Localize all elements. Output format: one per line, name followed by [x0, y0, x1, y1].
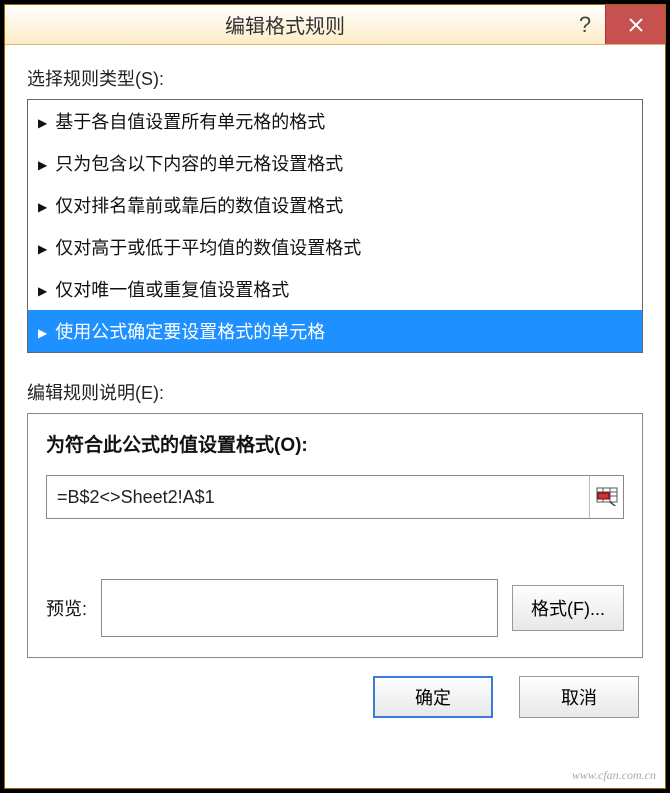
format-button[interactable]: 格式(F)...	[512, 585, 624, 631]
cancel-button[interactable]: 取消	[519, 676, 639, 718]
arrow-icon: ▶	[38, 242, 47, 256]
preview-label: 预览:	[46, 595, 87, 621]
range-selector-icon	[596, 487, 618, 507]
rule-type-item[interactable]: ▶ 仅对高于或低于平均值的数值设置格式	[28, 226, 642, 268]
edit-format-rule-dialog: 编辑格式规则 ? 选择规则类型(S): ▶ 基于各自值设置所有单元格的格式 ▶ 只为…	[4, 4, 666, 789]
dialog-footer: 确定 取消	[27, 676, 643, 722]
rule-item-label: 仅对高于或低于平均值的数值设置格式	[55, 238, 361, 258]
edit-rule-desc-label: 编辑规则说明(E):	[27, 379, 643, 405]
rule-item-label: 基于各自值设置所有单元格的格式	[55, 112, 325, 132]
formula-field-row	[46, 475, 624, 519]
range-selector-button[interactable]	[589, 476, 623, 518]
close-button[interactable]	[605, 5, 665, 44]
rule-type-item[interactable]: ▶ 仅对排名靠前或靠后的数值设置格式	[28, 184, 642, 226]
rule-type-item[interactable]: ▶ 基于各自值设置所有单元格的格式	[28, 100, 642, 142]
arrow-icon: ▶	[38, 200, 47, 214]
preview-row: 预览: 格式(F)...	[46, 579, 624, 637]
arrow-icon: ▶	[38, 116, 47, 130]
rule-type-item-selected[interactable]: ▶ 使用公式确定要设置格式的单元格	[28, 310, 642, 352]
close-icon	[628, 17, 644, 33]
titlebar: 编辑格式规则 ?	[5, 5, 665, 45]
rule-item-label: 仅对排名靠前或靠后的数值设置格式	[55, 196, 343, 216]
rule-item-label: 使用公式确定要设置格式的单元格	[55, 322, 325, 342]
window-title: 编辑格式规则	[5, 10, 565, 39]
arrow-icon: ▶	[38, 158, 47, 172]
formula-input[interactable]	[47, 476, 589, 518]
rule-description-box: 为符合此公式的值设置格式(O): 预览:	[27, 413, 643, 658]
rule-type-item[interactable]: ▶ 仅对唯一值或重复值设置格式	[28, 268, 642, 310]
rule-type-item[interactable]: ▶ 只为包含以下内容的单元格设置格式	[28, 142, 642, 184]
arrow-icon: ▶	[38, 284, 47, 298]
rule-item-label: 仅对唯一值或重复值设置格式	[55, 280, 289, 300]
formula-format-label: 为符合此公式的值设置格式(O):	[46, 430, 624, 457]
help-button[interactable]: ?	[565, 12, 605, 38]
ok-button[interactable]: 确定	[373, 676, 493, 718]
preview-box	[101, 579, 498, 637]
rule-item-label: 只为包含以下内容的单元格设置格式	[55, 154, 343, 174]
arrow-icon: ▶	[38, 326, 47, 340]
rule-type-list[interactable]: ▶ 基于各自值设置所有单元格的格式 ▶ 只为包含以下内容的单元格设置格式 ▶ 仅对排名…	[27, 99, 643, 353]
select-rule-type-label: 选择规则类型(S):	[27, 65, 643, 91]
